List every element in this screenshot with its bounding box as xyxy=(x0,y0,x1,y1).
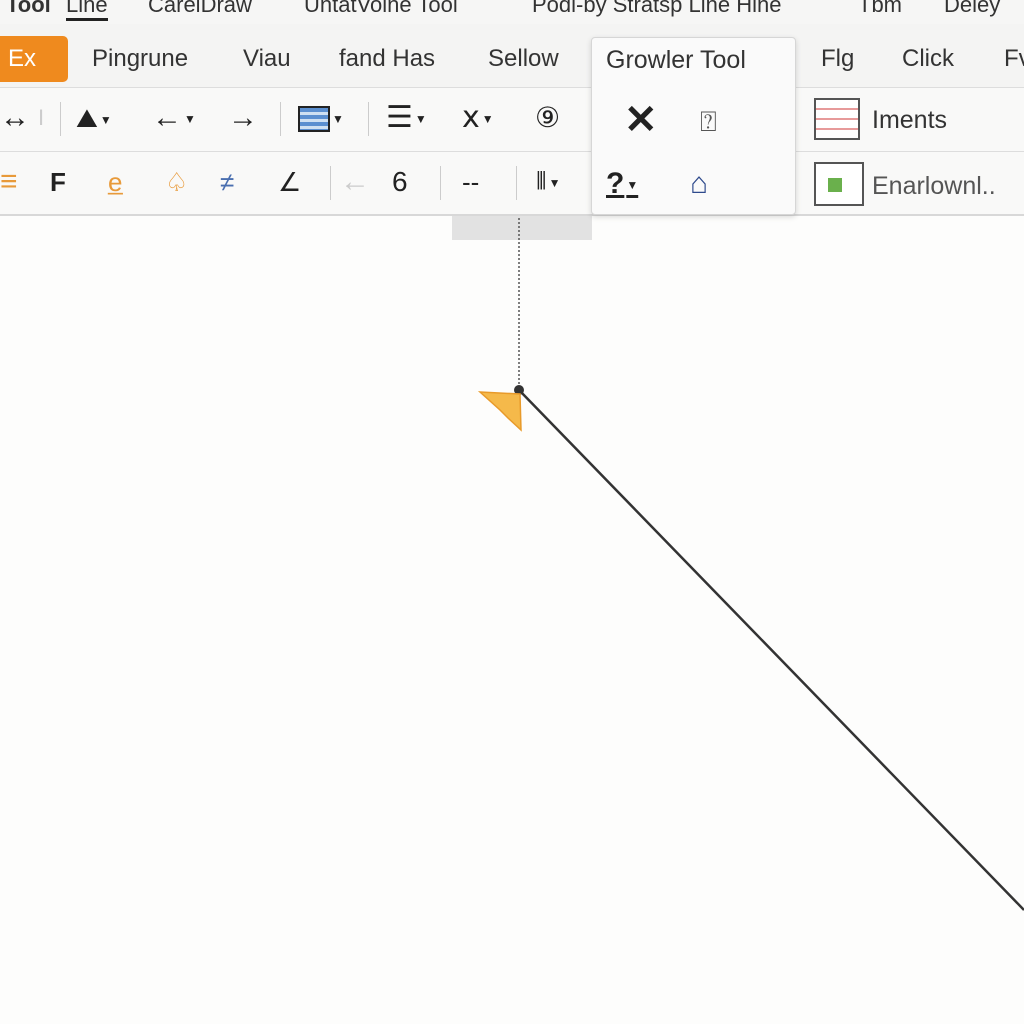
tab-sellow[interactable]: Sellow xyxy=(488,36,559,82)
drawing-canvas[interactable] xyxy=(0,218,1024,1024)
bell-shape-icon[interactable]: ♤ xyxy=(165,152,188,212)
growler-tool-popup: Growler Tool ✕ ⍰ ? ▼ ⌂ xyxy=(591,37,796,215)
number-value: 6 xyxy=(392,166,408,197)
resize-horizontal-icon[interactable]: ↔ xyxy=(0,88,30,148)
line-tool-icon[interactable]: ⅹ ▼ xyxy=(462,88,494,149)
tab-click[interactable]: Click xyxy=(902,36,954,82)
menu-careldraw[interactable]: CarelDraw xyxy=(148,0,252,18)
not-equal-icon[interactable]: ≠ xyxy=(220,152,234,212)
menu-untatvoine-tool[interactable]: UntatVoine Tool xyxy=(304,0,458,18)
drawn-line[interactable] xyxy=(518,389,1024,911)
tab-viau[interactable]: Viau xyxy=(243,36,291,82)
arrow-right-icon[interactable]: → xyxy=(228,88,258,148)
help-icon[interactable]: ? ▼ xyxy=(606,154,638,215)
separator xyxy=(516,166,517,200)
arrow-back-disabled-icon[interactable]: ← xyxy=(340,152,370,212)
separator xyxy=(440,166,441,200)
cursor-arrow-icon xyxy=(477,391,522,432)
menu-podl-by[interactable]: Podl-by Stratsp Line Hine xyxy=(532,0,781,18)
separator xyxy=(368,102,369,136)
separator xyxy=(280,102,281,136)
tab-flg[interactable]: Flg xyxy=(821,36,854,82)
arrow-left-icon[interactable]: ← ▼ xyxy=(152,88,196,149)
dash-style[interactable]: -- xyxy=(462,152,479,212)
enarlownl-label: Enarlownl.. xyxy=(872,172,996,200)
separator xyxy=(330,166,331,200)
toolbar-row-1: ↔ I ⛰ ▼ ← ▼ → ▼ ☰ ▼ ⅹ ▼ ⑨ xyxy=(0,88,1024,240)
toolbar-row-2: ≡ F e̲ ♤ ≠ ∠ ← 6 -- ⦀ ▼ xyxy=(0,152,1024,216)
bars-icon[interactable]: ⦀ ▼ xyxy=(536,152,560,213)
ribbon-tabs: Ex Pingrune Viau fand Has Sellow Flg Cli… xyxy=(0,24,1024,88)
close-x-icon[interactable]: ✕ xyxy=(624,90,658,150)
slant-icon[interactable]: ∠ xyxy=(278,152,301,212)
image-shape-icon[interactable]: ⛰ ▼ xyxy=(76,88,112,150)
iments-label: Iments xyxy=(872,106,948,134)
tab-pingrune[interactable]: Pingrune xyxy=(92,36,188,82)
underline-e-icon[interactable]: e̲ xyxy=(108,152,122,212)
menu-tool[interactable]: Tool xyxy=(6,0,51,18)
menu-deley[interactable]: Deley xyxy=(944,0,1000,18)
tab-ex[interactable]: Ex xyxy=(0,36,68,82)
shape-frame-icon xyxy=(814,162,864,206)
lock-shape-icon[interactable]: ⍰ xyxy=(700,92,717,152)
align-orange-icon[interactable]: ≡ xyxy=(0,152,18,212)
align-list-icon[interactable]: ☰ ▼ xyxy=(386,88,427,149)
separator xyxy=(60,102,61,136)
tab-fand-has[interactable]: fand Has xyxy=(339,36,435,82)
tab-fv[interactable]: Fv xyxy=(1004,36,1024,82)
spiral-icon[interactable]: ⑨ xyxy=(535,88,560,148)
font-icon[interactable]: F xyxy=(50,152,66,212)
home-icon[interactable]: ⌂ xyxy=(690,154,708,214)
menu-tbm[interactable]: Tbm xyxy=(858,0,902,18)
menu-bar: Tool Line CarelDraw UntatVoine Tool Podl… xyxy=(0,0,1024,24)
text-cursor-icon[interactable]: I xyxy=(38,88,44,148)
menu-line[interactable]: Line xyxy=(66,0,108,21)
popup-title[interactable]: Growler Tool xyxy=(606,46,746,75)
fill-lines-icon[interactable]: ▼ xyxy=(298,88,344,149)
list-doc-icon xyxy=(814,98,860,140)
